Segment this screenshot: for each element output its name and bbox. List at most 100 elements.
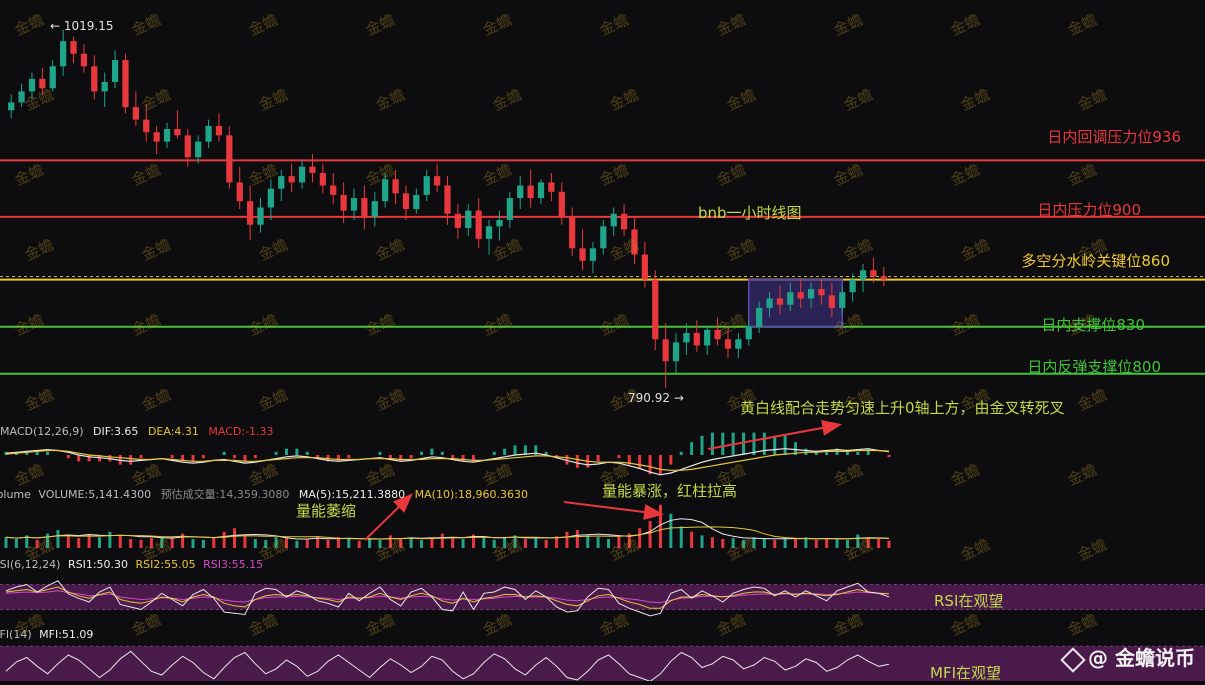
brand-badge: @ 金蟾说币 bbox=[1060, 642, 1195, 673]
candle-body bbox=[818, 289, 825, 296]
macd-dea: DEA:4.31 bbox=[147, 425, 199, 438]
candle-body bbox=[631, 229, 638, 255]
candle-body bbox=[340, 194, 347, 211]
rsi2-value: RSI2:55.05 bbox=[135, 558, 196, 571]
volume-shrink-annotation: 量能萎缩 bbox=[296, 502, 357, 520]
volume-ma10: MA(10):18,960.3630 bbox=[414, 488, 528, 501]
mfi-band bbox=[0, 646, 1205, 681]
candle-body bbox=[558, 191, 565, 217]
candle-body bbox=[423, 176, 430, 195]
candle-body bbox=[880, 276, 887, 280]
candle-body bbox=[163, 129, 171, 142]
candle-body bbox=[288, 176, 295, 183]
candle-body bbox=[662, 339, 669, 362]
chart-title: bnb一小时线图 bbox=[698, 204, 802, 222]
mfi-annotation: MFI在观望 bbox=[930, 664, 1001, 682]
candle-body bbox=[756, 307, 763, 327]
rsi-annotation: RSI在观望 bbox=[934, 592, 1004, 610]
candle-body bbox=[91, 66, 98, 92]
mfi-header: MFI(14) MFI:51.09 bbox=[0, 628, 93, 641]
low-price-value: 790.92 bbox=[628, 391, 670, 405]
candle-body bbox=[60, 41, 67, 67]
candle-body bbox=[537, 182, 545, 199]
candle-body bbox=[849, 279, 856, 293]
candle-body bbox=[548, 182, 555, 192]
candle-body bbox=[704, 329, 711, 346]
candle-body bbox=[465, 210, 472, 228]
candle-body bbox=[371, 201, 378, 217]
candle-body bbox=[797, 292, 804, 299]
candle-body bbox=[80, 53, 88, 67]
candle-body bbox=[672, 342, 680, 362]
candle-body bbox=[153, 132, 160, 142]
candle-body bbox=[111, 60, 119, 82]
candle-body bbox=[600, 226, 607, 249]
candle-body bbox=[433, 176, 441, 186]
candle-body bbox=[143, 119, 150, 133]
candle-body bbox=[215, 125, 223, 136]
candle-body bbox=[652, 279, 659, 340]
candle-body bbox=[735, 339, 742, 349]
level-label-860: 多空分水岭关键位860 bbox=[1021, 252, 1170, 270]
candle-body bbox=[402, 193, 410, 210]
macd-title: MACD(12,26,9) bbox=[0, 425, 84, 438]
candle-body bbox=[828, 295, 835, 308]
candle-body bbox=[39, 78, 46, 89]
macd-header: MACD(12,26,9) DIF:3.65 DEA:4.31 MACD:-1.… bbox=[0, 425, 274, 438]
mfi-title: MFI(14) bbox=[0, 628, 32, 641]
candle-body bbox=[236, 182, 243, 202]
candle-body bbox=[70, 41, 77, 54]
candle-body bbox=[859, 270, 867, 280]
candle-body bbox=[610, 213, 617, 227]
high-price-value: 1019.15 bbox=[63, 19, 114, 33]
volume-title: Volume bbox=[0, 488, 31, 501]
bnb-chart bbox=[0, 30, 1205, 682]
candle-body bbox=[257, 207, 264, 225]
candle-body bbox=[569, 216, 576, 249]
candle-body bbox=[683, 332, 690, 343]
candle-body bbox=[8, 102, 15, 111]
annotation-arrow bbox=[708, 420, 843, 450]
rsi1-value: RSI1:50.30 bbox=[67, 558, 129, 571]
brand-name: 金蟾说币 bbox=[1115, 646, 1195, 670]
candle-body bbox=[776, 298, 784, 305]
candle-body bbox=[122, 60, 129, 108]
macd-dif-line bbox=[5, 448, 890, 476]
candle-body bbox=[839, 292, 846, 308]
candle-body bbox=[506, 198, 513, 221]
candle-body bbox=[475, 210, 482, 239]
candle-body bbox=[454, 213, 462, 228]
macd-dif: DIF:3.65 bbox=[93, 425, 139, 438]
level-label-936: 日内回调压力位936 bbox=[1047, 128, 1181, 146]
high-price-label: ← 1019.15 bbox=[50, 19, 114, 33]
candle-body bbox=[195, 141, 202, 158]
candle-body bbox=[620, 213, 628, 230]
candle-body bbox=[247, 201, 254, 225]
candle-body bbox=[278, 176, 285, 189]
candle-body bbox=[184, 135, 191, 158]
candle-body bbox=[641, 254, 648, 280]
chart-stage: 金蟾 金蟾 金蟾 金蟾 金蟾 金蟾 金蟾 金蟾 金蟾 金蟾 金蟾 金蟾 金蟾 金蟾 金蟾 金蟾 金蟾 金蟾 金蟾 金蟾… bbox=[0, 0, 1205, 682]
candle-body bbox=[693, 332, 700, 346]
volume-header: Volume VOLUME:5,141.4300 预估成交量:14,359.30… bbox=[0, 486, 528, 502]
candle-body bbox=[724, 339, 732, 349]
level-label-800: 日内反弹支撑位800 bbox=[1027, 358, 1161, 376]
candle-body bbox=[49, 66, 56, 89]
low-price-label: 790.92 → bbox=[628, 391, 684, 405]
candle-body bbox=[18, 91, 25, 103]
candle-body bbox=[589, 248, 597, 261]
candle-body bbox=[205, 125, 212, 142]
candle-body bbox=[714, 329, 721, 340]
candle-body bbox=[309, 166, 316, 173]
candle-body bbox=[319, 172, 326, 186]
candle-body bbox=[807, 289, 815, 299]
rsi-header: RSI(6,12,24) RSI1:50.30 RSI2:55.05 RSI3:… bbox=[0, 558, 263, 571]
macd-value: MACD:-1.33 bbox=[208, 425, 274, 438]
candle-body bbox=[267, 188, 275, 208]
candle-body bbox=[350, 198, 358, 211]
candle-body bbox=[132, 107, 139, 120]
candle-body bbox=[527, 185, 534, 199]
candle-body bbox=[382, 179, 389, 202]
consolidation-box bbox=[748, 278, 844, 328]
candle-body bbox=[496, 220, 503, 227]
